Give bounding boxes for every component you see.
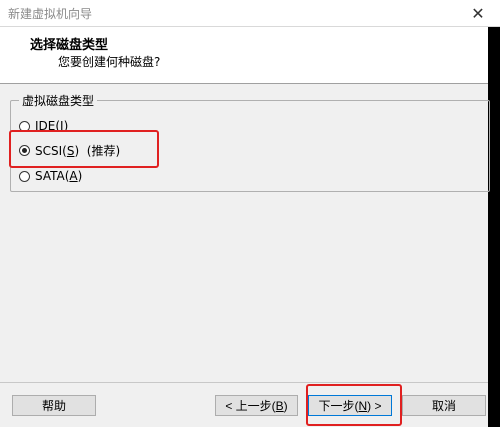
help-button[interactable]: 帮助 xyxy=(12,395,96,416)
cancel-button[interactable]: 取消 xyxy=(402,395,486,416)
bottom-divider xyxy=(0,382,488,383)
radio-label-sata: SATA(A) xyxy=(35,169,83,183)
page-title: 选择磁盘类型 xyxy=(30,38,109,53)
highlight-box-next xyxy=(306,384,402,426)
new-vm-wizard-window: 新建虚拟机向导 ✕ 选择磁盘类型 您要创建何种磁盘? 虚拟磁盘类型 IDE(I)… xyxy=(0,0,500,427)
close-icon[interactable]: ✕ xyxy=(456,0,500,26)
window-title: 新建虚拟机向导 xyxy=(8,7,93,21)
wizard-header: 选择磁盘类型 您要创建何种磁盘? xyxy=(0,27,488,84)
radio-option-sata[interactable]: SATA(A) xyxy=(19,167,82,185)
page-subtitle: 您要创建何种磁盘? xyxy=(58,55,161,69)
radio-sata[interactable] xyxy=(19,170,30,182)
highlight-box-scsi xyxy=(9,130,159,168)
title-bar[interactable]: 新建虚拟机向导 ✕ xyxy=(0,0,500,27)
window-edge xyxy=(488,27,500,427)
disk-type-legend: 虚拟磁盘类型 xyxy=(19,92,98,109)
back-button[interactable]: < 上一步(B) xyxy=(215,395,298,416)
